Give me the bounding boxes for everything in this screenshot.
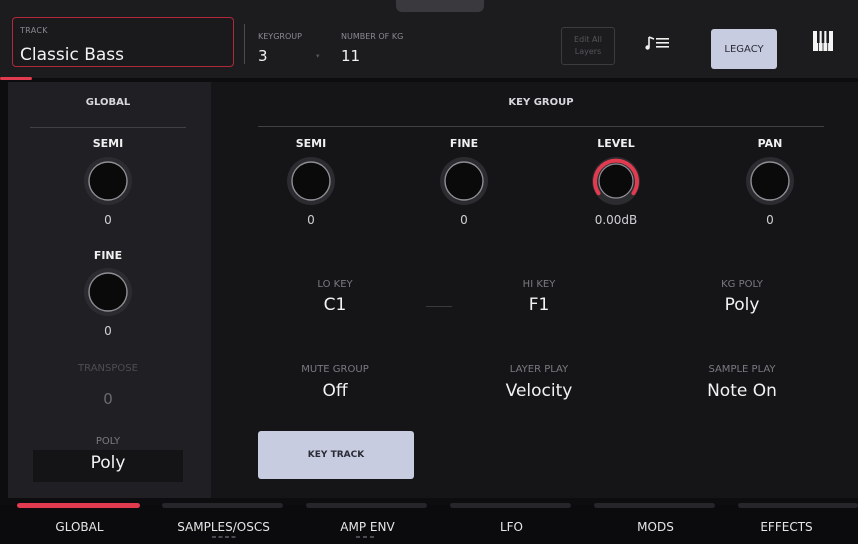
global-semi-value: 0 bbox=[104, 213, 112, 227]
kg-poly-label: KG POLY bbox=[721, 279, 763, 290]
mute-group-label: MUTE GROUP bbox=[301, 364, 369, 375]
kg-fine-value: 0 bbox=[460, 213, 468, 227]
global-semi-knob[interactable] bbox=[82, 155, 134, 207]
kg-poly-field[interactable]: Poly bbox=[662, 295, 822, 315]
tab-lfo[interactable]: LFO bbox=[440, 505, 583, 544]
hi-key-field[interactable]: F1 bbox=[459, 295, 619, 315]
track-name: Classic Bass bbox=[20, 45, 124, 65]
hi-key-label: HI KEY bbox=[522, 279, 556, 290]
tab-samples-oscs[interactable]: SAMPLES/OSCS bbox=[152, 505, 295, 544]
top-divider bbox=[244, 24, 245, 64]
edit-all-layers-button[interactable]: Edit All Layers bbox=[561, 27, 615, 65]
key-group-divider bbox=[258, 126, 824, 127]
track-focus-indicator bbox=[0, 77, 32, 80]
tab-mods[interactable]: MODS bbox=[584, 505, 727, 544]
kg-fine-knob[interactable] bbox=[438, 155, 490, 207]
tab-global[interactable]: GLOBAL bbox=[8, 505, 151, 544]
sample-play-label: SAMPLE PLAY bbox=[708, 364, 776, 375]
kg-level-value: 0.00dB bbox=[594, 213, 638, 227]
kg-pan-label: PAN bbox=[757, 137, 783, 150]
global-title: GLOBAL bbox=[85, 97, 131, 108]
kg-semi-value: 0 bbox=[307, 213, 315, 227]
poly-label: POLY bbox=[95, 436, 121, 447]
lo-key-label: LO KEY bbox=[317, 279, 353, 290]
tab-amp-env[interactable]: AMP ENV bbox=[296, 505, 439, 544]
kg-level-label: LEVEL bbox=[597, 137, 635, 150]
note-list-icon[interactable] bbox=[645, 33, 671, 53]
lo-key-field[interactable]: C1 bbox=[255, 295, 415, 315]
track-selector[interactable]: TRACK Classic Bass bbox=[12, 17, 234, 67]
keygroup-field[interactable]: 3 bbox=[258, 47, 268, 65]
piano-keys-icon[interactable] bbox=[812, 30, 834, 52]
global-fine-value: 0 bbox=[104, 324, 112, 338]
poly-field[interactable]: Poly bbox=[33, 453, 183, 473]
global-divider bbox=[30, 127, 186, 128]
amp-env-page-dots-icon bbox=[356, 536, 374, 538]
tab-effects[interactable]: EFFECTS bbox=[715, 505, 858, 544]
global-fine-knob[interactable] bbox=[82, 266, 134, 318]
kg-pan-knob[interactable] bbox=[744, 155, 796, 207]
keygroup-caret-icon: ▾ bbox=[316, 52, 320, 60]
samples-page-dots-icon bbox=[212, 536, 236, 538]
kg-semi-knob[interactable] bbox=[285, 155, 337, 207]
top-drag-handle[interactable] bbox=[396, 0, 484, 12]
kg-pan-value: 0 bbox=[766, 213, 774, 227]
key-group-title: KEY GROUP bbox=[508, 97, 574, 108]
layer-play-label: LAYER PLAY bbox=[509, 364, 569, 375]
global-fine-label: FINE bbox=[93, 249, 123, 262]
kg-fine-label: FINE bbox=[449, 137, 479, 150]
transpose-label: TRANSPOSE bbox=[78, 363, 138, 374]
sample-play-field[interactable]: Note On bbox=[662, 381, 822, 401]
key-range-dash bbox=[426, 306, 452, 307]
kg-semi-label: SEMI bbox=[295, 137, 327, 150]
mute-group-field[interactable]: Off bbox=[255, 381, 415, 401]
key-track-button[interactable]: KEY TRACK bbox=[258, 431, 414, 479]
layer-play-field[interactable]: Velocity bbox=[459, 381, 619, 401]
legacy-button[interactable]: LEGACY bbox=[711, 29, 777, 69]
track-caption: TRACK bbox=[20, 26, 48, 35]
number-of-kg-caption: NUMBER OF KG bbox=[341, 32, 404, 41]
number-of-kg-field[interactable]: 11 bbox=[341, 47, 360, 65]
kg-level-knob[interactable] bbox=[590, 155, 642, 207]
global-semi-label: SEMI bbox=[92, 137, 124, 150]
keygroup-caption: KEYGROUP bbox=[258, 32, 302, 41]
transpose-field[interactable]: 0 bbox=[30, 390, 186, 408]
